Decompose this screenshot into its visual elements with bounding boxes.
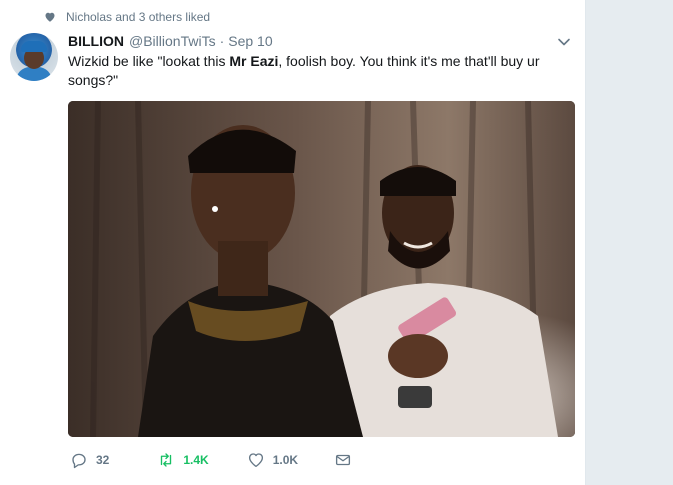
like-button[interactable]: 1.0K bbox=[247, 451, 298, 469]
separator-dot: · bbox=[219, 33, 225, 49]
tweet-text-mention: Mr Eazi bbox=[229, 53, 279, 69]
like-count: 1.0K bbox=[272, 453, 299, 467]
tweet-header: BILLION @BillionTwiTs · Sep 10 bbox=[68, 33, 273, 49]
social-context: Nicholas and 3 others liked bbox=[44, 10, 210, 24]
envelope-icon bbox=[336, 454, 351, 466]
photo-image bbox=[68, 101, 575, 437]
social-context-text[interactable]: Nicholas and 3 others liked bbox=[66, 10, 210, 24]
direct-message-button[interactable] bbox=[334, 451, 352, 469]
retweet-icon bbox=[161, 453, 172, 467]
retweet-button[interactable]: 1.4K bbox=[157, 451, 209, 469]
avatar[interactable] bbox=[10, 33, 58, 81]
display-name[interactable]: BILLION bbox=[68, 33, 124, 49]
tweet-photo[interactable] bbox=[68, 101, 575, 437]
tweet-actions: 32 1.4K 1.0K bbox=[70, 451, 352, 469]
retweet-count: 1.4K bbox=[183, 453, 209, 467]
reply-icon bbox=[72, 453, 86, 469]
user-handle[interactable]: @BillionTwiTs bbox=[129, 33, 216, 49]
tweet-text-start: Wizkid be like "lookat this bbox=[68, 53, 230, 69]
tweet-text: Wizkid be like "lookat this Mr Eazi, foo… bbox=[68, 52, 568, 90]
chevron-down-icon[interactable] bbox=[557, 35, 571, 49]
heart-outline-icon bbox=[248, 453, 263, 468]
reply-button[interactable]: 32 bbox=[70, 451, 109, 469]
tweet-card[interactable]: Nicholas and 3 others liked BILLION @Bil… bbox=[0, 0, 586, 485]
tweet-date[interactable]: Sep 10 bbox=[228, 33, 272, 49]
heart-icon bbox=[45, 12, 55, 22]
reply-count: 32 bbox=[96, 453, 110, 467]
